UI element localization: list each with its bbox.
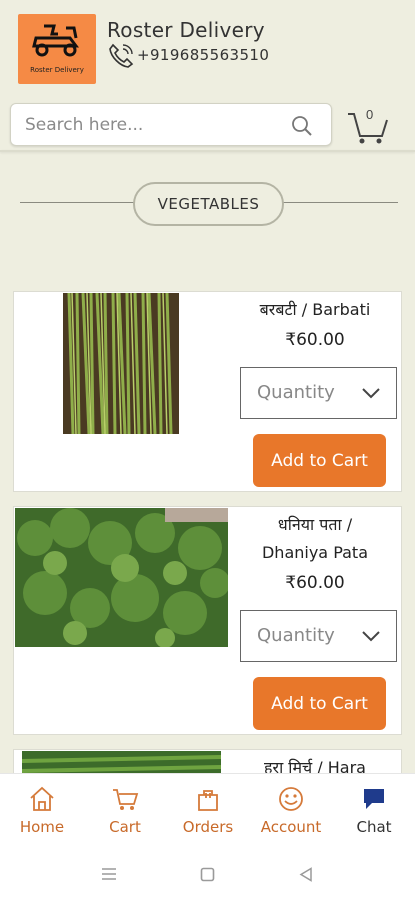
nav-chat[interactable]: Chat — [334, 786, 414, 836]
product-card: धनिया पता / Dhaniya Pata ₹60.00 Quantity… — [13, 506, 402, 735]
section-divider-right — [283, 202, 398, 203]
add-to-cart-button[interactable]: Add to Cart — [253, 677, 386, 730]
brand-name: Roster Delivery — [107, 18, 265, 42]
search-input[interactable] — [25, 114, 285, 136]
cart-icon — [113, 789, 139, 810]
product-name: बरबटी / Barbati — [259, 300, 371, 319]
product-image[interactable] — [15, 508, 228, 647]
quantity-select[interactable]: Quantity — [240, 367, 397, 419]
bag-icon — [198, 790, 218, 811]
nav-label: Home — [19, 818, 65, 836]
logo-text: Roster Delivery — [30, 66, 84, 74]
bottom-navigation: Home Cart Orders Account Chat — [0, 773, 415, 848]
nav-label: Orders — [182, 818, 234, 836]
system-navigation-bar — [0, 848, 415, 900]
app-header: Roster Delivery Roster Delivery +9196855… — [0, 0, 415, 100]
nav-account[interactable]: Account — [251, 786, 331, 836]
back-triangle-icon[interactable] — [299, 867, 313, 882]
quantity-placeholder: Quantity — [257, 625, 335, 646]
nav-orders[interactable]: Orders — [168, 786, 248, 836]
product-name-line2: Dhaniya Pata — [261, 543, 369, 562]
cart-count-badge: 0 — [366, 107, 374, 122]
add-to-cart-button[interactable]: Add to Cart — [253, 434, 386, 487]
nav-label: Cart — [109, 818, 141, 836]
phone-icon — [109, 43, 134, 68]
section-divider-left — [20, 202, 135, 203]
home-square-icon[interactable] — [200, 867, 215, 882]
menu-icon[interactable] — [101, 867, 117, 881]
product-price: ₹60.00 — [285, 330, 345, 350]
product-image[interactable] — [63, 293, 179, 434]
nav-cart[interactable]: Cart — [85, 786, 165, 836]
search-box[interactable] — [10, 103, 332, 146]
product-card: बरबटी / Barbati ₹60.00 Quantity Add to C… — [13, 291, 402, 492]
nav-label: Chat — [356, 818, 392, 836]
home-icon — [30, 786, 54, 811]
brand-logo[interactable]: Roster Delivery — [18, 14, 96, 84]
nav-home[interactable]: Home — [2, 786, 82, 836]
quantity-select[interactable]: Quantity — [240, 610, 397, 662]
search-icon[interactable] — [291, 115, 313, 137]
header-divider — [0, 150, 415, 152]
chevron-down-icon — [362, 631, 380, 642]
quantity-placeholder: Quantity — [257, 382, 335, 403]
phone-contact[interactable]: +919685563510 — [107, 42, 269, 68]
product-price: ₹60.00 — [285, 573, 345, 593]
chat-icon — [364, 789, 384, 809]
header-cart-button[interactable]: 0 — [346, 106, 390, 146]
scooter-icon — [32, 24, 79, 57]
chevron-down-icon — [362, 388, 380, 399]
section-title: VEGETABLES — [133, 182, 284, 226]
nav-label: Account — [260, 818, 322, 836]
smiley-icon — [279, 787, 303, 811]
phone-number: +919685563510 — [137, 46, 270, 64]
product-name: धनिया पता / — [277, 515, 353, 534]
